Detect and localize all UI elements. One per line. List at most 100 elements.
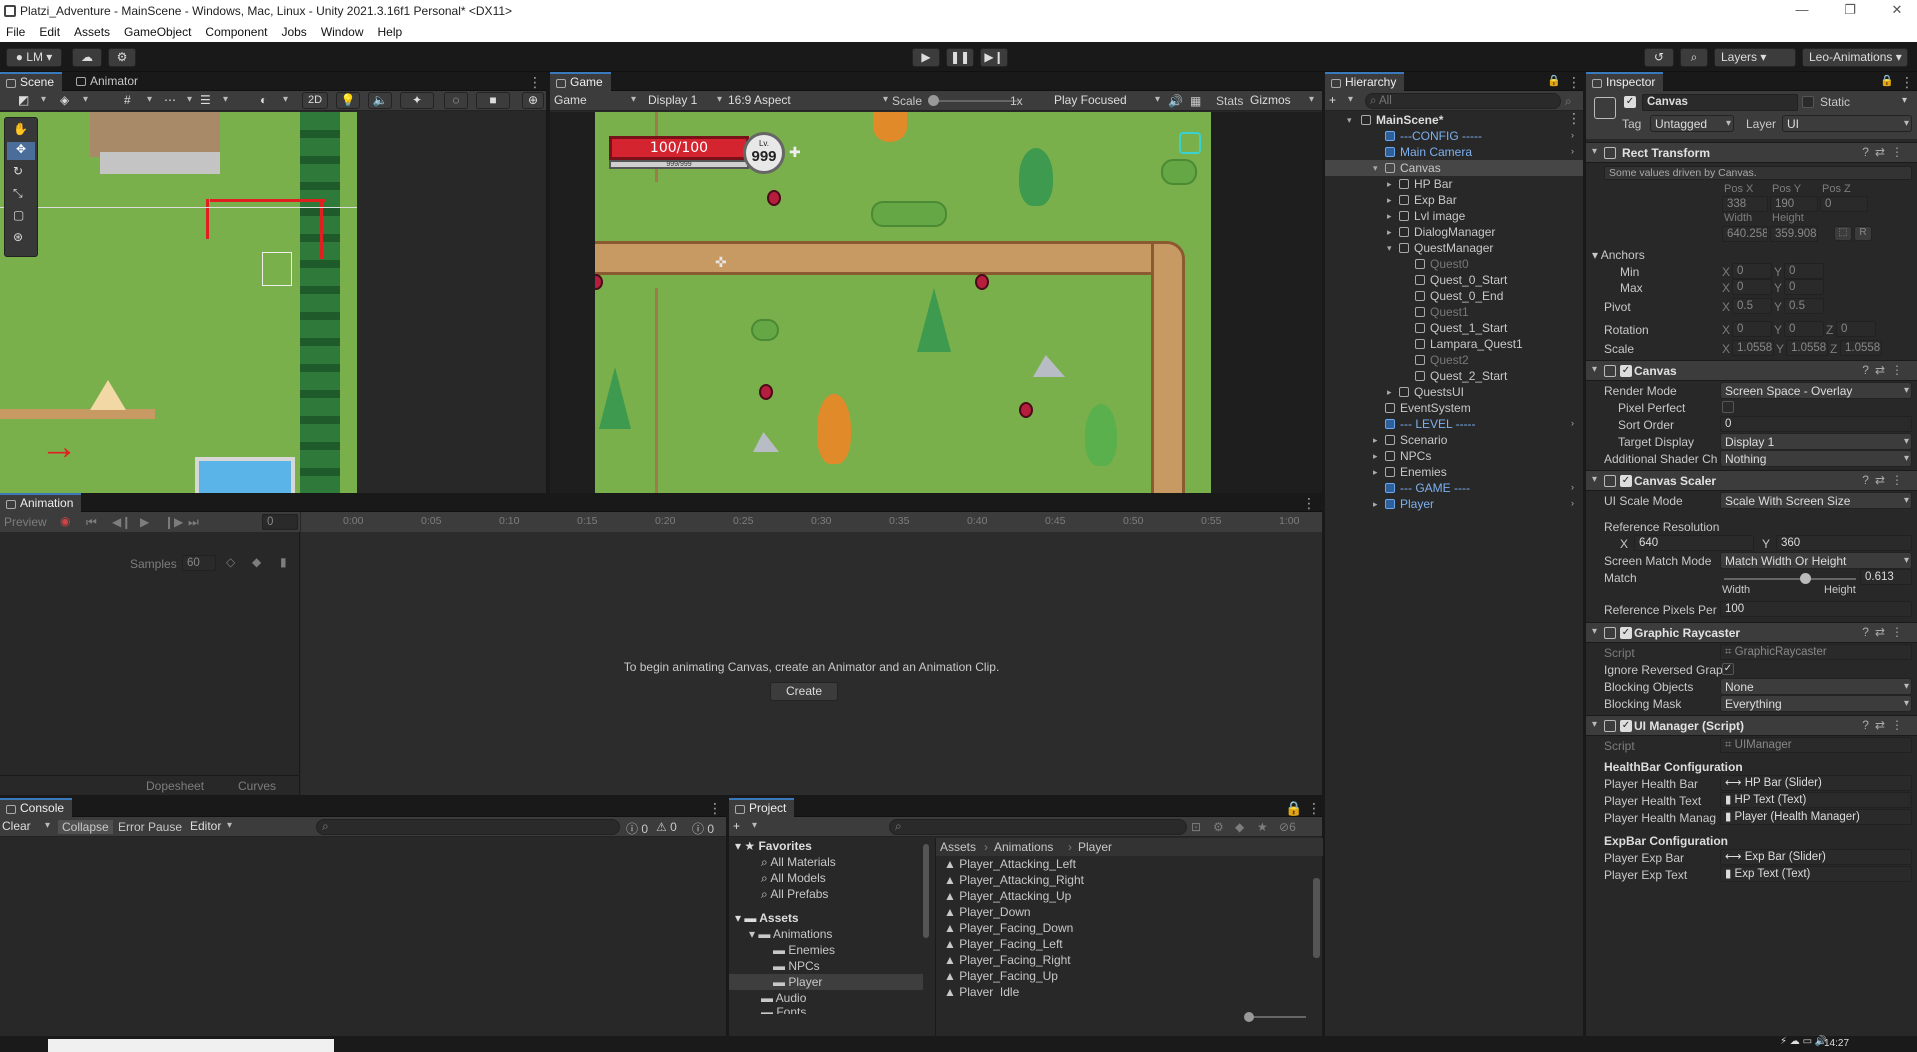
menu-file[interactable]: File bbox=[6, 25, 25, 39]
tab-game[interactable]: Game bbox=[550, 72, 611, 91]
canvas-scaler-header[interactable]: ▾ ✓ Canvas Scaler ?⇄⋮ bbox=[1586, 470, 1917, 491]
curves-button[interactable]: Curves bbox=[238, 779, 276, 793]
expand-arrow[interactable]: ▸ bbox=[1373, 464, 1378, 480]
add-keyframe-icon[interactable]: ◇ bbox=[226, 555, 235, 569]
taskbar-search[interactable] bbox=[48, 1039, 334, 1052]
collapse-arrow[interactable]: ▾ bbox=[1592, 474, 1597, 485]
file-item[interactable]: ▲ Player_Facing_Right bbox=[944, 952, 1071, 968]
player-exp-text-field[interactable]: ▮ Exp Text (Text) bbox=[1720, 866, 1912, 882]
enabled-checkbox[interactable]: ✓ bbox=[1620, 627, 1632, 639]
active-checkbox[interactable]: ✓ bbox=[1624, 96, 1636, 108]
move-tool-icon[interactable]: ✥ bbox=[7, 142, 35, 160]
hand-tool-icon[interactable]: ✋ bbox=[13, 122, 28, 136]
blocking-mask-dropdown[interactable]: Everything bbox=[1720, 695, 1912, 712]
posz-field[interactable]: 0 bbox=[1820, 196, 1868, 212]
prefab-arrow-icon[interactable]: › bbox=[1571, 146, 1574, 156]
rot-x-field[interactable]: 0 bbox=[1732, 321, 1772, 337]
step-button[interactable]: ▶❙ bbox=[980, 48, 1008, 67]
create-button[interactable]: Create bbox=[770, 682, 838, 701]
ignore-reversed-checkbox[interactable]: ✓ bbox=[1722, 663, 1734, 675]
menu-assets[interactable]: Assets bbox=[74, 25, 110, 39]
samples-field[interactable]: 60 bbox=[182, 555, 216, 571]
file-item[interactable]: ▲ Player_Facing_Left bbox=[944, 936, 1063, 952]
min-x-field[interactable]: 0 bbox=[1732, 263, 1772, 279]
match-slider-thumb[interactable] bbox=[1800, 573, 1811, 584]
close-icon[interactable]: ✕ bbox=[1882, 2, 1912, 20]
search-icon[interactable]: ⌕ bbox=[1680, 48, 1708, 67]
error-pause-button[interactable]: Error Pause bbox=[118, 820, 182, 834]
pivot-y-field[interactable]: 0.5 bbox=[1784, 298, 1824, 314]
favorites-header[interactable]: ▾ ★ Favorites bbox=[735, 838, 812, 854]
aspect-dropdown[interactable]: 16:9 Aspect bbox=[728, 92, 890, 109]
menu-edit[interactable]: Edit bbox=[39, 25, 60, 39]
maximize-icon[interactable]: ❐ bbox=[1835, 2, 1865, 20]
folder-item-selected[interactable]: ▬ Player bbox=[729, 974, 923, 990]
menu-window[interactable]: Window bbox=[321, 25, 364, 39]
hierarchy-item[interactable]: Main Camera bbox=[1385, 144, 1472, 160]
error-count[interactable]: ⓘ 0 bbox=[692, 820, 714, 837]
camera-icon[interactable]: ■ bbox=[476, 92, 510, 109]
ref-ppu-field[interactable]: 100 bbox=[1720, 601, 1912, 617]
hierarchy-item[interactable]: ---CONFIG ----- bbox=[1385, 128, 1482, 144]
graphic-raycaster-header[interactable]: ▾ ✓ Graphic Raycaster ?⇄⋮ bbox=[1586, 622, 1917, 643]
collapse-arrow[interactable]: ▾ bbox=[1592, 626, 1597, 637]
play-button[interactable]: ▶ bbox=[912, 48, 940, 67]
sort-order-field[interactable]: 0 bbox=[1720, 416, 1912, 432]
timeline-ruler[interactable]: 0:00 0:05 0:10 0:15 0:20 0:25 0:30 0:35 … bbox=[301, 512, 1322, 532]
hierarchy-item[interactable]: Quest_1_Start bbox=[1415, 320, 1507, 336]
label-filter-icon[interactable]: ◆ bbox=[1235, 820, 1244, 834]
first-key-icon[interactable]: ⏮ bbox=[86, 515, 97, 530]
posx-field[interactable]: 338 bbox=[1722, 196, 1768, 212]
lock-icon[interactable]: 🔒 bbox=[1547, 74, 1561, 87]
hierarchy-item[interactable]: --- LEVEL ----- bbox=[1385, 416, 1476, 432]
account-button[interactable]: ● LM ▾ bbox=[6, 48, 62, 67]
tab-animation[interactable]: Animation bbox=[0, 493, 82, 512]
folder-item[interactable]: ▾ ▬ Animations bbox=[749, 926, 832, 942]
hierarchy-item[interactable]: ▸ Exp Bar bbox=[1387, 192, 1457, 208]
project-menu-icon[interactable]: ⋮ bbox=[1307, 800, 1321, 817]
hierarchy-item[interactable]: Quest_0_End bbox=[1415, 288, 1503, 304]
rot-z-field[interactable]: 0 bbox=[1836, 321, 1876, 337]
component-actions-icon[interactable]: ?⇄⋮ bbox=[1862, 473, 1909, 487]
min-y-field[interactable]: 0 bbox=[1784, 263, 1824, 279]
expand-arrow[interactable]: ▸ bbox=[1373, 448, 1378, 464]
canvas-component-header[interactable]: ▾ ✓ Canvas ?⇄⋮ bbox=[1586, 360, 1917, 381]
scale-tool-icon[interactable]: ⤡ bbox=[13, 186, 23, 201]
tab-console[interactable]: Console bbox=[0, 798, 73, 817]
expand-arrow[interactable]: ▸ bbox=[1387, 208, 1392, 224]
mute-audio-icon[interactable]: 🔊 bbox=[1168, 94, 1183, 108]
clear-button[interactable]: Clear bbox=[2, 818, 52, 835]
raw-edit-button[interactable]: R bbox=[1854, 226, 1872, 241]
gizmos-icon[interactable]: ⊕ bbox=[522, 92, 544, 109]
lock-icon[interactable]: 🔒 bbox=[1880, 74, 1894, 87]
shading-dropdown[interactable]: ◈ bbox=[60, 92, 90, 109]
system-tray-icons[interactable]: ⚡ ☁ ▭ 🔊 bbox=[1780, 1036, 1827, 1047]
scene-viewport[interactable]: → bbox=[0, 112, 357, 493]
hierarchy-item[interactable]: Quest_0_Start bbox=[1415, 272, 1507, 288]
animation-menu-icon[interactable]: ⋮ bbox=[1302, 495, 1316, 512]
menu-component[interactable]: Component bbox=[205, 25, 267, 39]
folder-item[interactable]: ▬ Fonts bbox=[761, 1004, 806, 1014]
scale-slider[interactable] bbox=[928, 95, 1018, 106]
align-dropdown[interactable]: ☰ bbox=[200, 92, 230, 109]
layer-dropdown[interactable]: UI bbox=[1782, 115, 1912, 132]
tag-dropdown[interactable]: Untagged bbox=[1650, 115, 1734, 132]
effects-icon[interactable]: ✦ bbox=[400, 92, 434, 109]
undo-history-icon[interactable]: ↺ bbox=[1644, 48, 1674, 67]
enabled-checkbox[interactable]: ✓ bbox=[1620, 720, 1632, 732]
menu-help[interactable]: Help bbox=[378, 25, 403, 39]
orientation-dropdown[interactable]: ◐ bbox=[260, 92, 290, 109]
inspector-menu-icon[interactable]: ⋮ bbox=[1900, 74, 1914, 91]
render-mode-dropdown[interactable]: Screen Space - Overlay bbox=[1720, 382, 1912, 399]
scene-menu-icon[interactable]: ⋮ bbox=[1567, 110, 1581, 127]
pivot-x-field[interactable]: 0.5 bbox=[1732, 298, 1772, 314]
stats-button[interactable]: Stats bbox=[1216, 94, 1243, 108]
tab-hierarchy[interactable]: Hierarchy bbox=[1325, 72, 1405, 91]
expand-arrow[interactable]: ▸ bbox=[1373, 432, 1378, 448]
record-icon[interactable]: ◉ bbox=[60, 514, 70, 528]
tab-scene[interactable]: Scene bbox=[0, 72, 63, 91]
icon-size-slider[interactable] bbox=[1244, 1012, 1306, 1022]
last-key-icon[interactable]: ⏭ bbox=[188, 515, 199, 530]
hierarchy-item[interactable]: Lampara_Quest1 bbox=[1415, 336, 1523, 352]
hierarchy-item[interactable]: Quest0 bbox=[1415, 256, 1469, 272]
